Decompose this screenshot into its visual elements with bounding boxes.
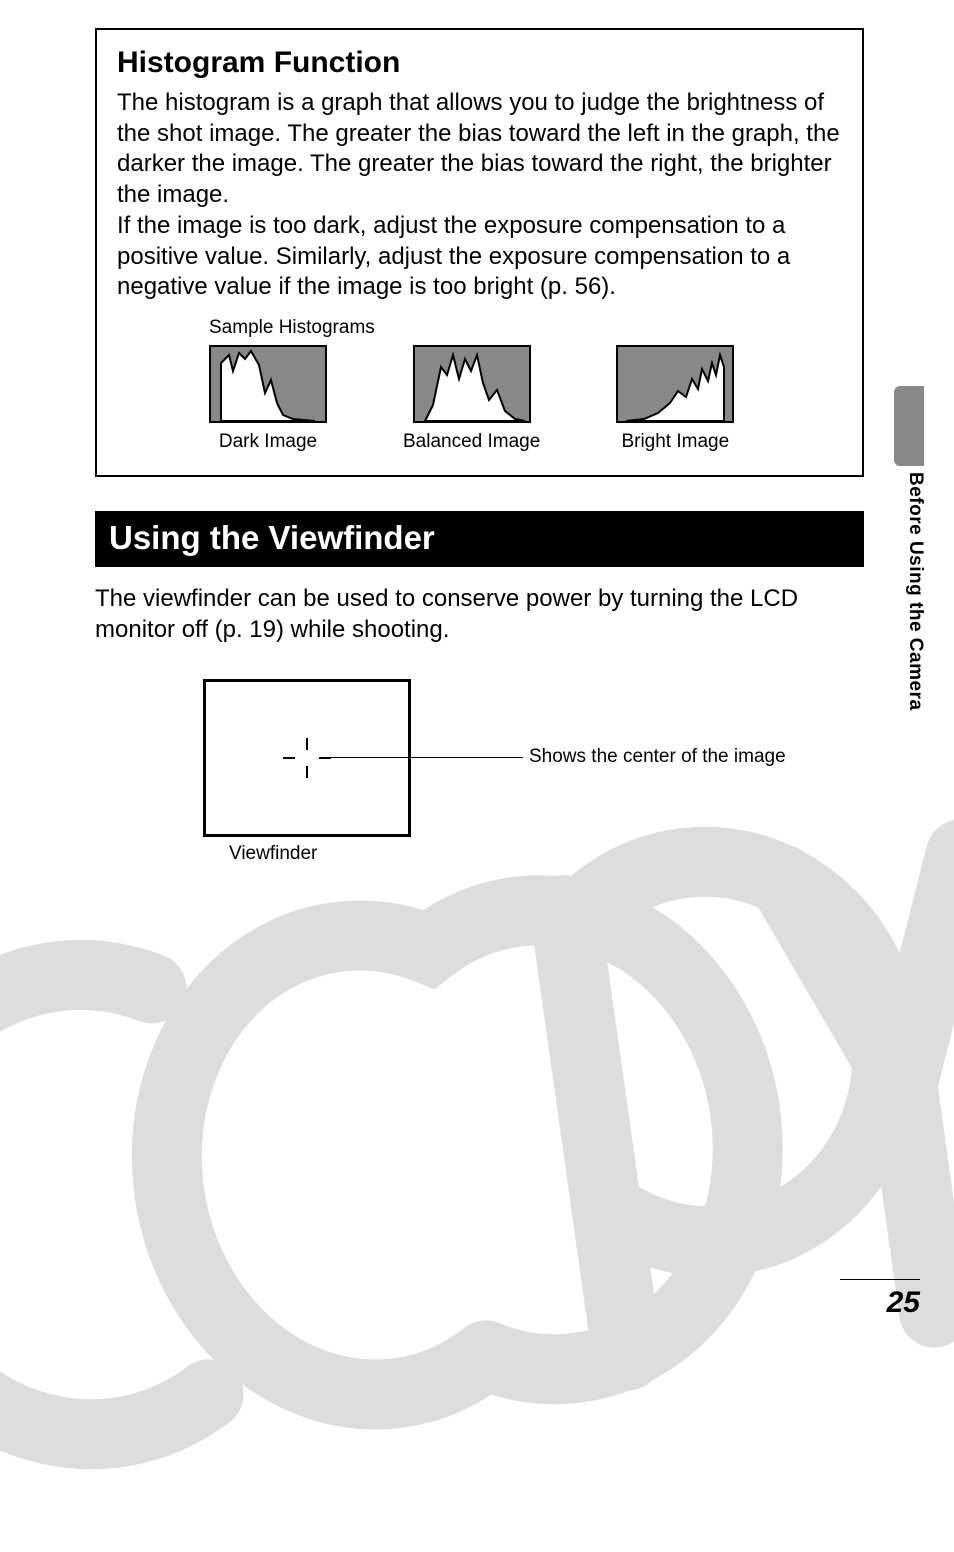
histogram-bright-caption: Bright Image <box>616 431 734 453</box>
sample-histograms-label: Sample Histograms <box>209 317 842 339</box>
histogram-function-title: Histogram Function <box>117 46 842 80</box>
viewfinder-figure: Shows the center of the image Viewfinder <box>203 679 864 879</box>
side-section-label: Before Using the Camera <box>904 472 926 711</box>
page-number-block: 25 <box>840 1279 920 1320</box>
histogram-row: Dark Image Balanced Image Bright Image <box>209 345 842 453</box>
viewfinder-center-label: Shows the center of the image <box>529 746 786 768</box>
histogram-paragraph-1: The histogram is a graph that allows you… <box>117 88 842 211</box>
histogram-bright: Bright Image <box>616 345 734 453</box>
histogram-function-box: Histogram Function The histogram is a gr… <box>95 28 864 477</box>
viewfinder-center-marks <box>289 738 325 778</box>
page-number-rule <box>840 1279 920 1280</box>
using-viewfinder-heading: Using the Viewfinder <box>95 511 864 567</box>
histogram-dark-caption: Dark Image <box>209 431 327 453</box>
page-number: 25 <box>840 1286 920 1320</box>
histogram-dark-icon <box>209 345 327 423</box>
histogram-paragraph-2: If the image is too dark, adjust the exp… <box>117 211 842 303</box>
histogram-dark: Dark Image <box>209 345 327 453</box>
viewfinder-frame <box>203 679 411 837</box>
histogram-bright-icon <box>616 345 734 423</box>
viewfinder-caption: Viewfinder <box>229 843 317 865</box>
using-viewfinder-body: The viewfinder can be used to conserve p… <box>95 583 864 645</box>
histogram-balanced: Balanced Image <box>403 345 540 453</box>
callout-leader-line <box>323 757 523 758</box>
histogram-balanced-caption: Balanced Image <box>403 431 540 453</box>
side-tab <box>894 386 924 466</box>
histogram-balanced-icon <box>413 345 531 423</box>
